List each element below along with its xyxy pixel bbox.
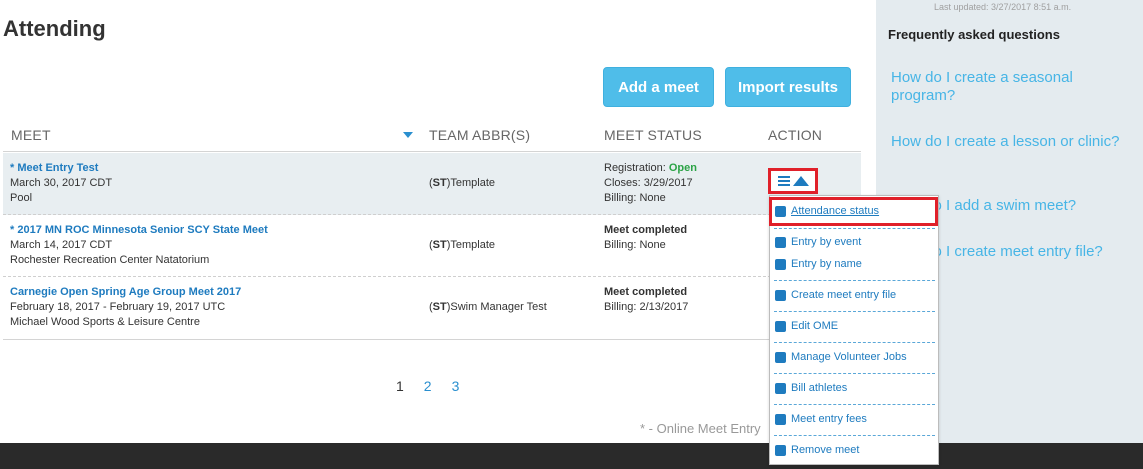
team-code: ST [432, 301, 447, 313]
team-code: ST [432, 239, 447, 251]
menu-item-label: Edit OME [791, 320, 839, 332]
table-header: MEET TEAM ABBR(S) MEET STATUS ACTION [3, 124, 861, 152]
menu-item-entry-by-event[interactable]: Entry by event [775, 236, 861, 248]
pagination: 1 2 3 [396, 378, 459, 394]
column-header-meet[interactable]: MEET [11, 127, 51, 143]
caret-up-icon [792, 176, 809, 186]
meet-venue: Michael Wood Sports & Leisure Centre [10, 316, 200, 328]
billing-status: Billing: None [604, 239, 666, 251]
meet-status: Meet completed [604, 286, 688, 298]
action-dropdown-menu: Attendance status Entry by event Entry b… [769, 195, 939, 465]
add-meet-button[interactable]: Add a meet [603, 67, 714, 107]
column-header-action: ACTION [768, 127, 823, 143]
team-name: Template [450, 239, 496, 251]
meet-name-link[interactable]: * 2017 MN ROC Minnesota Senior SCY State… [10, 224, 268, 236]
meet-date: March 30, 2017 CDT [10, 177, 113, 189]
page-link-2[interactable]: 2 [424, 378, 432, 394]
team-abbr: (ST)Template [429, 239, 496, 251]
page-title: Attending [3, 16, 106, 41]
checkbox-icon [775, 205, 786, 217]
import-results-button[interactable]: Import results [725, 67, 851, 107]
column-header-team: TEAM ABBR(S) [429, 127, 531, 143]
checkbox-icon [775, 289, 786, 301]
checkbox-icon [775, 258, 786, 270]
meet-venue: Pool [10, 192, 33, 204]
footnote: * - Online Meet Entry [640, 421, 761, 436]
checkbox-icon [775, 413, 786, 425]
menu-item-label: Attendance status [791, 205, 880, 217]
closes-date: Closes: 3/29/2017 [604, 177, 693, 189]
meet-name-link[interactable]: * Meet Entry Test [10, 162, 98, 174]
menu-item-edit-ome[interactable]: Edit OME [775, 320, 838, 332]
checkbox-icon [775, 320, 786, 332]
page-link-3[interactable]: 3 [452, 378, 460, 394]
menu-item-label: Meet entry fees [791, 413, 867, 425]
meet-name-link[interactable]: Carnegie Open Spring Age Group Meet 2017 [10, 286, 241, 298]
table-row: * Meet Entry Test March 30, 2017 CDT Poo… [3, 153, 861, 215]
meet-status: Meet completed [604, 224, 688, 236]
menu-item-label: Entry by event [791, 236, 862, 248]
team-code: ST [432, 177, 447, 189]
page-current: 1 [396, 378, 404, 394]
meet-date: March 14, 2017 CDT [10, 239, 113, 251]
faq-title: Frequently asked questions [888, 27, 1060, 42]
meet-date: February 18, 2017 - February 19, 2017 UT… [10, 301, 226, 313]
menu-item-label: Create meet entry file [791, 289, 897, 301]
faq-link-seasonal-program[interactable]: How do I create a seasonal program? [891, 69, 1131, 105]
status-label: Registration: [604, 162, 669, 174]
menu-item-create-meet-entry-file[interactable]: Create meet entry file [775, 289, 896, 301]
checkbox-icon [775, 351, 786, 363]
team-abbr: (ST)Swim Manager Test [429, 301, 547, 313]
menu-item-attendance-status[interactable]: Attendance status [775, 205, 879, 217]
registration-status: Registration: Open [604, 162, 697, 174]
menu-item-label: Entry by name [791, 258, 862, 270]
action-menu-toggle[interactable] [768, 168, 818, 194]
billing-status: Billing: None [604, 192, 666, 204]
menu-item-entry-by-name[interactable]: Entry by name [775, 258, 862, 270]
hamburger-icon [777, 176, 790, 186]
main-content: Attending Add a meet Import results MEET… [0, 0, 876, 469]
column-header-status: MEET STATUS [604, 127, 702, 143]
menu-item-label: Bill athletes [791, 382, 848, 394]
last-updated: Last updated: 3/27/2017 8:51 a.m. [934, 2, 1072, 12]
billing-status: Billing: 2/13/2017 [604, 301, 689, 313]
faq-link-lesson-clinic[interactable]: How do I create a lesson or clinic? [891, 133, 1131, 151]
team-abbr: (ST)Template [429, 177, 496, 189]
menu-item-remove-meet[interactable]: Remove meet [775, 444, 859, 456]
checkbox-icon [775, 382, 786, 394]
menu-item-meet-entry-fees[interactable]: Meet entry fees [775, 413, 867, 425]
team-name: Swim Manager Test [450, 301, 547, 313]
footer-bar [0, 443, 1143, 469]
checkbox-icon [775, 444, 786, 456]
team-name: Template [450, 177, 496, 189]
status-open: Open [668, 162, 697, 174]
table-row: Carnegie Open Spring Age Group Meet 2017… [3, 277, 861, 340]
menu-item-manage-volunteer-jobs[interactable]: Manage Volunteer Jobs [775, 351, 907, 363]
sort-desc-icon[interactable] [403, 132, 413, 138]
menu-item-bill-athletes[interactable]: Bill athletes [775, 382, 847, 394]
meet-venue: Rochester Recreation Center Natatorium [10, 254, 210, 266]
checkbox-icon [775, 236, 786, 248]
menu-item-label: Manage Volunteer Jobs [791, 351, 907, 363]
table-row: * 2017 MN ROC Minnesota Senior SCY State… [3, 215, 861, 277]
menu-item-label: Remove meet [791, 444, 860, 456]
